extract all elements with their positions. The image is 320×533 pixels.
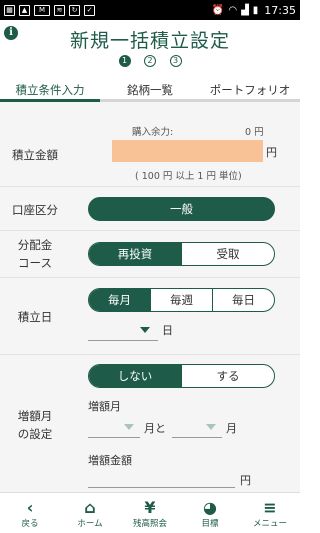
- increase-label-line1: 増額月: [17, 409, 53, 423]
- frequency-monthly-option[interactable]: 毎月: [89, 289, 150, 311]
- yen-icon: ¥: [144, 497, 156, 517]
- frequency-daily-option[interactable]: 毎日: [212, 289, 274, 311]
- dividend-label-line2: コース: [18, 256, 52, 270]
- increase-toggle: しない する: [88, 364, 275, 388]
- nav-menu-label: メニュー: [252, 519, 287, 529]
- nav-home-label: ホーム: [77, 519, 103, 529]
- dividend-reinvest-option[interactable]: 再投資: [89, 243, 181, 265]
- date-frequency-toggle: 毎月 毎週 毎日: [88, 288, 275, 312]
- increase-month-label: 増額月: [88, 400, 121, 413]
- increase-month2-unit: 月: [226, 422, 237, 435]
- frequency-weekly-option[interactable]: 毎週: [150, 289, 212, 311]
- day-unit: 日: [162, 324, 173, 337]
- calendar-icon: ▦: [4, 4, 15, 16]
- status-bar: ▦ ▲ M ≋ ↻ ✓ ⏰ ◠ ▟ ▮ 17:35: [0, 0, 300, 20]
- nav-goal[interactable]: ◕ 目標: [180, 493, 240, 533]
- nav-home[interactable]: ⌂ ホーム: [60, 493, 120, 533]
- nav-goal-label: 目標: [201, 519, 219, 529]
- amount-input[interactable]: [112, 140, 263, 162]
- tab-bar: 積立条件入力 銘柄一覧 ポートフォリオ: [0, 78, 300, 102]
- available-label: 購入余力:: [132, 127, 174, 138]
- checkbox-icon: ✓: [84, 4, 95, 16]
- increase-month2-select[interactable]: [172, 418, 222, 438]
- header: i 新規一括積立設定 1 2 3: [0, 20, 300, 70]
- step-1: 1: [118, 55, 131, 67]
- chevron-down-icon: [124, 424, 134, 430]
- tab-fund-list[interactable]: 銘柄一覧: [100, 78, 200, 102]
- tab-conditions[interactable]: 積立条件入力: [0, 78, 100, 102]
- wifi-icon: ◠: [228, 4, 238, 16]
- step-2: 2: [144, 55, 156, 67]
- increase-yes-option[interactable]: する: [181, 365, 274, 387]
- mobile-carrier-icon: M: [34, 4, 50, 16]
- sync-icon: ↻: [69, 4, 80, 16]
- increase-no-option[interactable]: しない: [89, 365, 181, 387]
- divider: [0, 354, 300, 355]
- increase-amount-input[interactable]: [88, 468, 235, 488]
- nav-menu[interactable]: ≡ メニュー: [240, 493, 300, 533]
- increase-month1-select[interactable]: [88, 418, 140, 438]
- alarm-icon: ⏰: [211, 4, 225, 16]
- nav-balance-label: 残高照会: [132, 519, 167, 529]
- divider: [0, 186, 300, 187]
- clock: 17:35: [264, 3, 296, 17]
- step-3: 3: [169, 55, 182, 67]
- increase-label-line2: の設定: [17, 427, 53, 441]
- pie-chart-icon: ◕: [203, 497, 217, 517]
- back-icon: ‹: [26, 497, 34, 517]
- dividend-receive-option[interactable]: 受取: [181, 243, 274, 265]
- amount-note: ( 100 円 以上 1 円 単位): [135, 171, 242, 182]
- nav-back-label: 戻る: [21, 519, 39, 529]
- available-value: 0 円: [245, 127, 264, 138]
- amount-label: 積立金額: [12, 148, 58, 162]
- dividend-toggle: 再投資 受取: [88, 242, 275, 266]
- image-icon: ▲: [19, 4, 30, 16]
- tab-portfolio[interactable]: ポートフォリオ: [200, 78, 300, 102]
- increase-amount-unit: 円: [240, 474, 251, 487]
- increase-amount-label: 増額金額: [88, 454, 132, 467]
- chevron-down-icon: [140, 327, 150, 333]
- page-title: 新規一括積立設定: [69, 30, 230, 52]
- date-label: 積立日: [17, 310, 53, 324]
- increase-month1-unit: 月と: [144, 422, 166, 435]
- account-label: 口座区分: [12, 203, 58, 217]
- wifi-box-icon: ≋: [54, 4, 65, 16]
- settings-form: 積立金額 購入余力: 0 円 円 ( 100 円 以上 1 円 単位) 口座区分…: [0, 102, 300, 492]
- dividend-label-line1: 分配金: [17, 238, 53, 252]
- nav-back[interactable]: ‹ 戻る: [0, 493, 60, 533]
- battery-icon: ▮: [252, 4, 259, 16]
- account-type-button[interactable]: 一般: [88, 197, 275, 221]
- amount-unit: 円: [266, 146, 277, 159]
- home-icon: ⌂: [84, 497, 96, 517]
- divider: [0, 277, 300, 278]
- chevron-down-icon: [206, 424, 216, 430]
- divider: [0, 230, 300, 231]
- day-select[interactable]: [88, 321, 158, 341]
- menu-icon: ≡: [263, 497, 277, 517]
- bottom-nav: ‹ 戻る ⌂ ホーム ¥ 残高照会 ◕ 目標 ≡ メニュー: [0, 492, 300, 533]
- step-indicator: 1 2 3: [0, 53, 300, 67]
- nav-balance[interactable]: ¥ 残高照会: [120, 493, 180, 533]
- signal-icon: ▟: [241, 4, 249, 16]
